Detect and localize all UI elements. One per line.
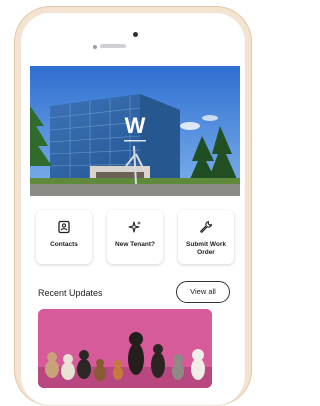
recent-updates-heading: Recent Updates: [38, 288, 103, 298]
quick-actions: Contacts New Tenant? Submit Work Order: [34, 210, 236, 266]
building-logo: W: [124, 113, 146, 138]
earpiece-speaker: [100, 44, 126, 48]
sparkle-icon: [128, 221, 141, 233]
new-tenant-label: New Tenant?: [115, 241, 155, 248]
contacts-button[interactable]: Contacts: [36, 210, 92, 264]
proximity-sensor: [93, 45, 97, 49]
view-all-button[interactable]: View all: [176, 281, 230, 303]
contacts-icon: [58, 220, 70, 234]
contacts-label: Contacts: [50, 241, 78, 248]
wrench-icon: [200, 220, 213, 233]
update-photo: [38, 309, 212, 388]
hero-banner-image: W: [30, 66, 240, 196]
submit-work-order-label: Submit Work Order: [186, 241, 226, 256]
submit-work-order-button[interactable]: Submit Work Order: [178, 210, 234, 264]
logo-tagline-mark: [124, 140, 146, 142]
update-card[interactable]: [38, 309, 212, 388]
front-camera: [133, 32, 138, 37]
new-tenant-button[interactable]: New Tenant?: [107, 210, 163, 264]
app-screen: W Contacts New Tenant? Submit Work Order…: [30, 66, 240, 388]
